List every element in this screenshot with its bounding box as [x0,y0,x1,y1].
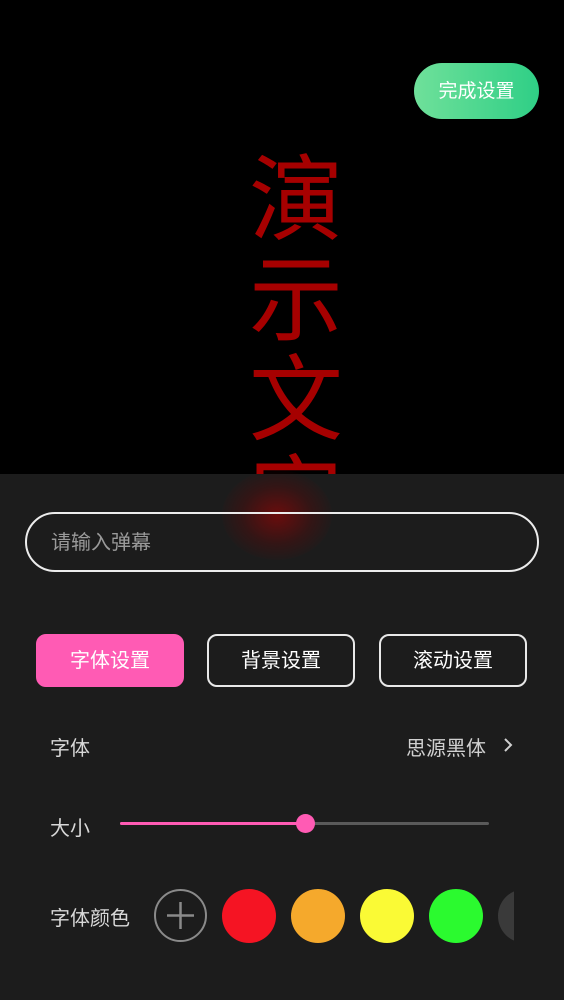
danmaku-preview-text: 演示文字 [233,150,342,475]
color-swatch[interactable] [360,889,414,943]
tab-background-settings[interactable]: 背景设置 [207,634,355,687]
color-swatch-list [222,889,514,943]
color-swatch[interactable] [222,889,276,943]
tab-font-settings[interactable]: 字体设置 [36,634,184,687]
chevron-right-icon[interactable] [500,737,516,753]
size-slider-thumb[interactable] [296,814,315,833]
color-swatch[interactable] [429,889,483,943]
color-swatch[interactable] [498,889,514,943]
danmaku-input[interactable] [25,512,539,572]
plus-icon [167,902,194,929]
font-label: 字体 [50,736,90,760]
tab-scroll-settings[interactable]: 滚动设置 [379,634,527,687]
add-color-button[interactable] [154,889,207,942]
size-slider-fill [120,822,305,825]
font-color-label: 字体颜色 [50,906,130,930]
size-label: 大小 [50,816,90,840]
color-swatch[interactable] [291,889,345,943]
font-value[interactable]: 思源黑体 [406,732,486,761]
size-slider[interactable] [120,814,489,833]
done-settings-button[interactable]: 完成设置 [414,63,539,119]
danmaku-preview: 演示文字 完成设置 [0,0,564,475]
